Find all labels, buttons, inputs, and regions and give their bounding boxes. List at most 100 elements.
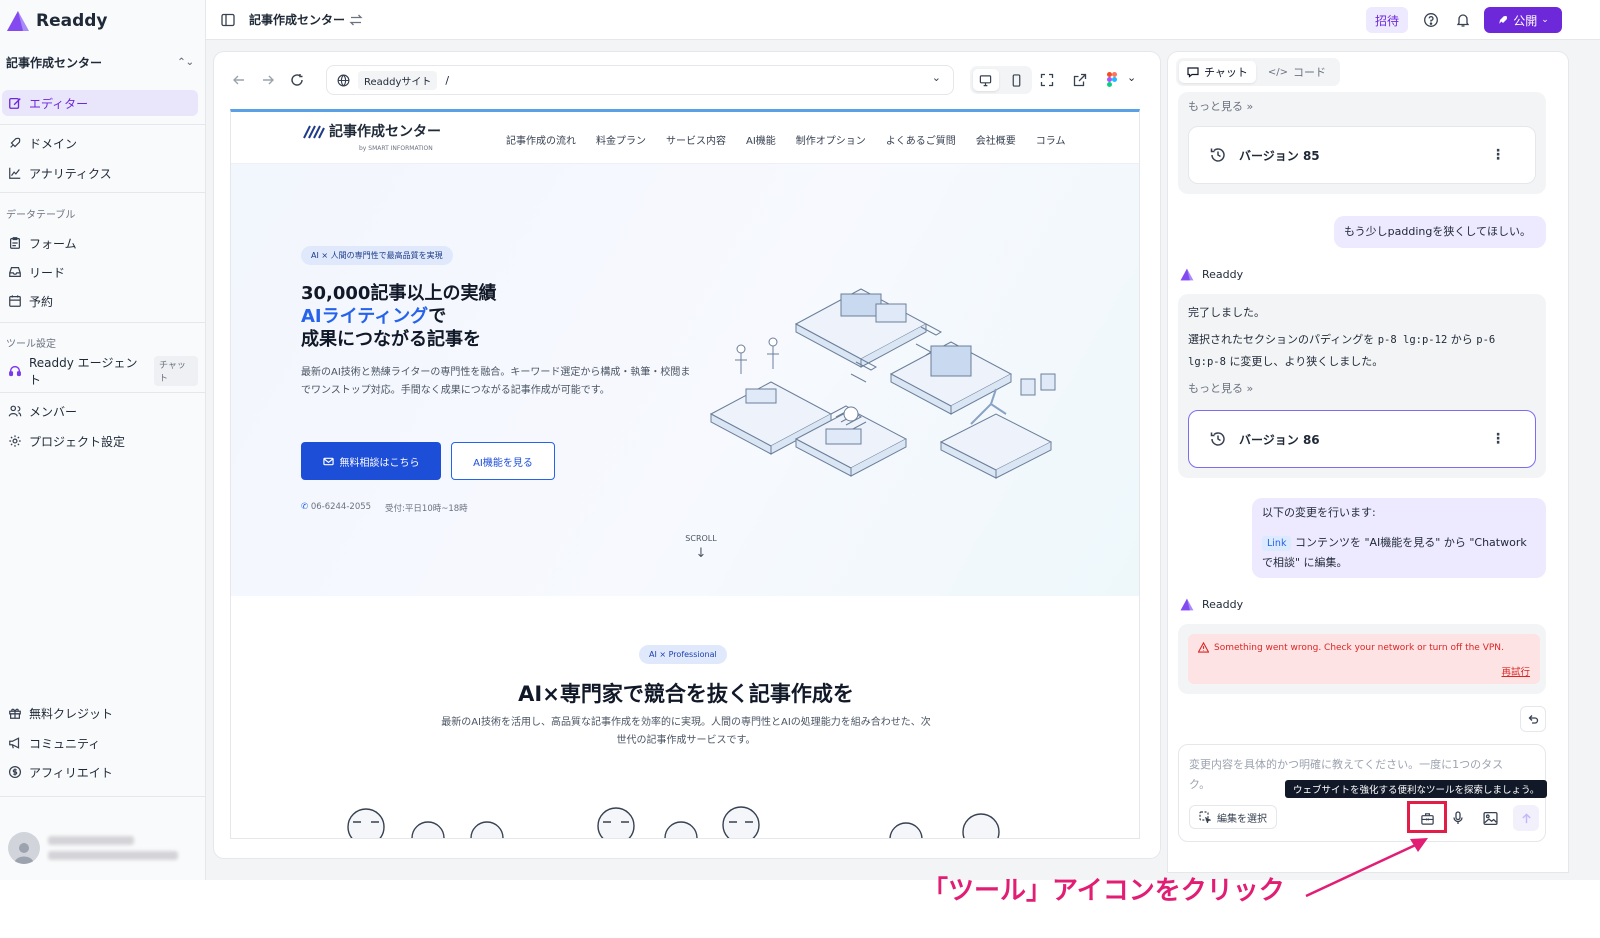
sidebar-item-project-settings[interactable]: プロジェクト設定: [2, 428, 198, 454]
invite-button[interactable]: 招待: [1366, 7, 1408, 33]
preview-nav-item[interactable]: 記事作成の流れ: [506, 132, 576, 147]
preview-nav-item[interactable]: AI機能: [746, 132, 776, 147]
image-icon: [1482, 811, 1498, 825]
show-more-link[interactable]: もっと見る »: [1188, 98, 1253, 114]
sidebar-item-analytics[interactable]: アナリティクス: [2, 160, 198, 186]
scroll-label: SCROLL: [685, 534, 717, 543]
tab-label: コード: [1293, 66, 1327, 79]
swap-icon[interactable]: [349, 13, 363, 27]
phone-text: 06-6244-2055: [310, 502, 372, 512]
preview-hero: AI × 人間の専門性で最高品質を実現 30,000記事以上の実績 AIライティ…: [231, 164, 1139, 596]
text: から: [1450, 333, 1473, 346]
readdy-logo-icon: [1180, 598, 1194, 611]
preview-nav-item[interactable]: 料金プラン: [596, 132, 646, 147]
version-card-85[interactable]: バージョン 85 ⋮: [1188, 126, 1536, 184]
send-button[interactable]: [1513, 805, 1539, 831]
sidebar-item-affiliate[interactable]: アフィリエイト: [2, 759, 198, 785]
sidebar-item-members[interactable]: メンバー: [2, 398, 198, 424]
sidebar-item-label: 予約: [29, 294, 54, 309]
chevron-down-icon[interactable]: ⌄: [932, 71, 941, 84]
sidebar-item-domain[interactable]: ドメイン: [2, 130, 198, 156]
user-message-edit: 以下の変更を行います: Link コンテンツを "AI機能を見る" から "Ch…: [1252, 498, 1546, 578]
chat-bubble-icon: [1187, 67, 1199, 78]
user-silhouette-icon: [14, 843, 34, 864]
chevrons-down-icon: »: [1246, 100, 1254, 113]
preview-nav-item[interactable]: サービス内容: [666, 132, 726, 147]
dollar-circle-icon: [8, 765, 22, 779]
site-chip[interactable]: Readdyサイト: [358, 70, 438, 90]
divider: [0, 322, 206, 323]
preview-nav-item[interactable]: 制作オプション: [796, 132, 866, 147]
hero-title-line: AIライティングで: [301, 305, 496, 328]
figma-icon[interactable]: [1107, 72, 1117, 87]
microphone-icon: [1453, 811, 1463, 824]
user-profile[interactable]: [8, 830, 198, 866]
arrow-left-icon[interactable]: [232, 73, 246, 87]
refresh-icon[interactable]: [290, 73, 304, 87]
preview-nav-item[interactable]: 会社概要: [976, 132, 1016, 147]
fullscreen-icon[interactable]: [1040, 73, 1054, 87]
microphone-button[interactable]: [1445, 805, 1471, 831]
phone-icon: ✆: [301, 502, 311, 512]
arrow-right-icon[interactable]: [261, 73, 275, 87]
error-text: Something went wrong. Check your network…: [1198, 642, 1504, 653]
section2-badge: AI × Professional: [639, 645, 727, 664]
readdy-logo-icon: [1180, 268, 1194, 281]
sidebar-item-editor[interactable]: エディター: [2, 90, 198, 116]
preview-nav-item[interactable]: コラム: [1036, 132, 1066, 147]
show-more-link[interactable]: もっと見る »: [1188, 380, 1253, 396]
preview-logo-text: 記事作成センター: [329, 124, 441, 140]
free-consult-button[interactable]: 無料相談はこちら: [301, 442, 441, 480]
preview-nav-item[interactable]: よくあるご質問: [886, 132, 956, 147]
annotation-label: 「ツール」アイコンをクリック: [922, 876, 1285, 906]
megaphone-icon: [9, 737, 20, 749]
show-more-label: もっと見る: [1188, 100, 1243, 113]
url-path: /: [445, 73, 450, 87]
retry-link[interactable]: 再試行: [1501, 664, 1530, 678]
address-bar[interactable]: Readdyサイト / ⌄: [326, 65, 954, 95]
tab-code[interactable]: </> コード: [1260, 61, 1334, 83]
site-preview: 記事作成センター by SMART INFORMATION 記事作成の流れ 料金…: [230, 109, 1140, 839]
desktop-view-button[interactable]: [972, 69, 999, 91]
sidebar-toggle-icon[interactable]: [221, 13, 235, 27]
sidebar-item-leads[interactable]: リード: [2, 259, 198, 285]
undo-button[interactable]: [1520, 706, 1546, 732]
more-vertical-icon[interactable]: ⋮: [1491, 431, 1505, 447]
sidebar-item-agent[interactable]: Readdy エージェント チャット: [2, 356, 198, 387]
section-label-data: データテーブル: [6, 210, 76, 221]
sidebar-item-forms[interactable]: フォーム: [2, 230, 198, 256]
bell-icon[interactable]: [1455, 12, 1471, 28]
preview-logo-sub: by SMART INFORMATION: [359, 145, 433, 152]
chart-line-icon: [9, 167, 21, 179]
help-icon[interactable]: [1423, 12, 1439, 28]
text: で相談" に編集。: [1262, 556, 1348, 569]
publish-button[interactable]: 公開 ⌄: [1484, 7, 1562, 33]
external-link-icon[interactable]: [1073, 73, 1087, 87]
sidebar-item-booking[interactable]: 予約: [2, 288, 198, 314]
text: 選択されたセクションのパディングを: [1188, 333, 1375, 346]
chevron-down-icon[interactable]: ⌄: [1127, 71, 1136, 84]
sidebar-item-free-credit[interactable]: 無料クレジット: [2, 700, 198, 726]
brand-logo[interactable]: Readdy: [6, 10, 108, 32]
image-upload-button[interactable]: [1477, 805, 1503, 831]
users-icon: [8, 405, 22, 417]
sidebar-item-label: エディター: [29, 96, 89, 111]
project-switcher[interactable]: 記事作成センター ⌃⌄: [6, 52, 194, 72]
app-window: Readdy 記事作成センター ⌃⌄ エディター ドメイン アナリティクス デー…: [0, 0, 1600, 880]
calendar-icon: [9, 295, 21, 307]
select-edit-button[interactable]: 編集を選択: [1189, 805, 1277, 829]
sidebar-item-label: リード: [29, 265, 66, 280]
scroll-indicator[interactable]: SCROLL ↓: [671, 534, 731, 561]
version-card-86[interactable]: バージョン 86 ⋮: [1188, 410, 1536, 468]
inline-code: p-6: [1476, 334, 1496, 346]
tab-chat[interactable]: チャット: [1179, 61, 1256, 83]
inline-code: p-8 lg:p-12: [1377, 334, 1448, 346]
mobile-view-button[interactable]: [1004, 69, 1030, 91]
ai-features-button[interactable]: AI機能を見る: [451, 442, 555, 480]
sidebar-item-community[interactable]: コミュニティ: [2, 730, 198, 756]
more-vertical-icon[interactable]: ⋮: [1491, 147, 1505, 163]
preview-logo[interactable]: 記事作成センター: [301, 121, 441, 141]
rocket-icon: [1499, 15, 1508, 24]
isometric-office-illustration: [709, 288, 1056, 479]
select-cursor-icon: [1199, 811, 1211, 823]
